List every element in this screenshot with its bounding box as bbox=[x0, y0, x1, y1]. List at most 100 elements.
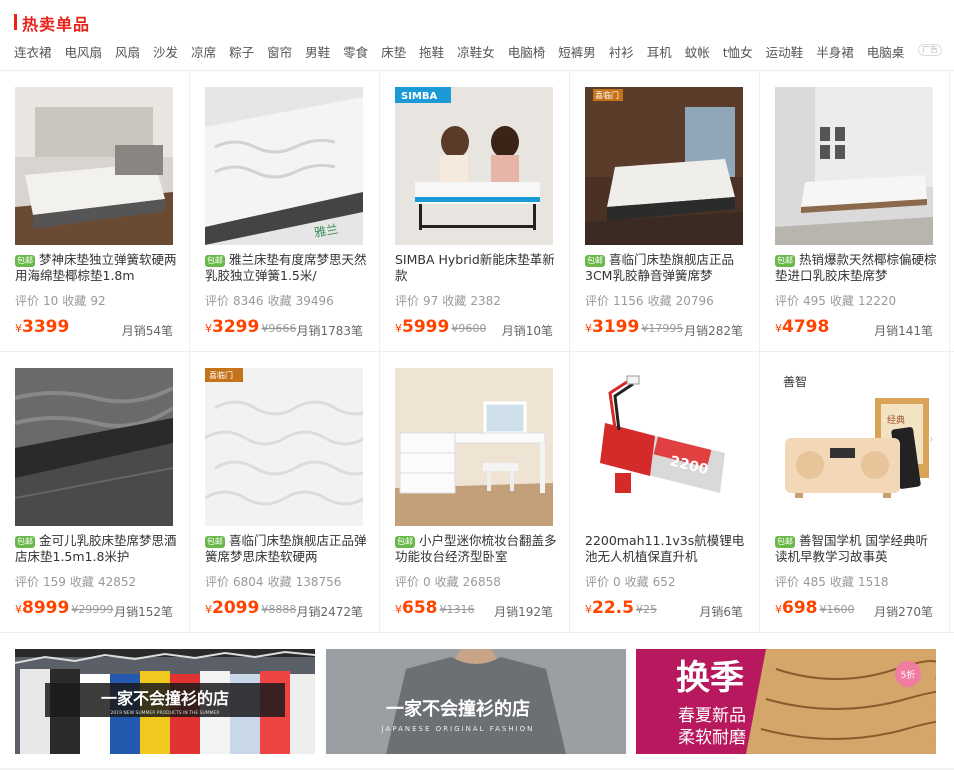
currency-symbol: ¥ bbox=[395, 603, 402, 616]
mattress-closeup-icon[interactable]: 雅兰 bbox=[205, 87, 363, 245]
product-stats: 评价 8346 收藏 39496 bbox=[205, 292, 338, 309]
product-stats: 评价 495 收藏 12220 bbox=[775, 292, 900, 309]
white-mattress-icon[interactable]: 喜临门 bbox=[205, 368, 363, 526]
product-card[interactable]: 包邮 梦神床垫独立弹簧软硬两用海绵垫椰棕垫1.8m 评价 10 收藏 92 ¥3399 … bbox=[0, 71, 190, 352]
chevron-right-icon[interactable]: › bbox=[929, 432, 939, 446]
brand-logo-text: 喜临门 bbox=[595, 90, 619, 100]
product-card[interactable]: SIMBA SIMBA Hybrid新能床垫革新款 评价 97 收藏 2382 ¥59… bbox=[380, 71, 570, 352]
tag-link[interactable]: 电脑椅 bbox=[508, 42, 546, 60]
product-card[interactable]: 包邮 金可儿乳胶床垫席梦思酒店床垫1.5m1.8米护 评价 159 收藏 42852 ¥… bbox=[0, 352, 190, 633]
tag-link[interactable]: 窗帘 bbox=[267, 42, 292, 60]
fav-count: 20796 bbox=[675, 294, 714, 308]
tag-link[interactable]: t恤女 bbox=[723, 42, 753, 60]
rating-count: 0 bbox=[423, 575, 431, 589]
product-price: ¥22.5 ¥25 bbox=[585, 598, 657, 618]
product-title[interactable]: 2200mah11.1v3s航模锂电池无人机植保直升机 bbox=[585, 533, 747, 565]
product-title[interactable]: 包邮 小户型迷你梳妆台翻盖多功能妆台经济型卧室 bbox=[395, 533, 557, 565]
currency-symbol: ¥ bbox=[15, 603, 22, 616]
rating-label: 评价 bbox=[585, 575, 610, 589]
product-card[interactable]: 2200 2200mah11.1v3s航模锂电池无人机植保直升机 评价 0 收藏 65… bbox=[570, 352, 760, 633]
radio-player-icon[interactable]: 善智 经典 bbox=[775, 368, 933, 526]
currency-symbol: ¥ bbox=[205, 603, 212, 616]
tag-link[interactable]: 沙发 bbox=[153, 42, 178, 60]
product-card[interactable]: 雅兰 包邮 雅兰床垫有度席梦思天然乳胶独立弹簧1.5米/ 评价 8346 收藏 3949… bbox=[190, 71, 380, 352]
fav-count: 652 bbox=[652, 575, 676, 589]
price-value: 5999 bbox=[402, 317, 450, 337]
free-shipping-badge: 包邮 bbox=[205, 536, 225, 548]
currency-symbol: ¥ bbox=[395, 322, 402, 335]
price-value: 698 bbox=[782, 598, 818, 618]
tag-link[interactable]: 短裤男 bbox=[558, 42, 596, 60]
product-title[interactable]: SIMBA Hybrid新能床垫革新款 bbox=[395, 252, 557, 284]
product-card[interactable]: 喜临门 包邮 喜临门床垫旗舰店正品弹簧席梦思床垫软硬两 评价 6804 收藏 13875… bbox=[190, 352, 380, 633]
tag-link[interactable]: 凉席 bbox=[191, 42, 216, 60]
bed-room-icon[interactable] bbox=[15, 87, 173, 245]
product-price: ¥8999 ¥29999 bbox=[15, 598, 113, 618]
product-title[interactable]: 包邮 梦神床垫独立弹簧软硬两用海绵垫椰棕垫1.8m bbox=[15, 252, 177, 284]
banner-subtext: 2019 NEW SUMMER PRODUCTS IN THE SUMMER bbox=[110, 710, 219, 716]
lipo-battery-icon[interactable]: 2200 bbox=[585, 368, 743, 526]
product-price: ¥5999 ¥9600 bbox=[395, 317, 486, 337]
rating-label: 评价 bbox=[395, 294, 420, 308]
product-title[interactable]: 包邮 喜临门床垫旗舰店正品3CM乳胶静音弹簧席梦 bbox=[585, 252, 747, 284]
product-title[interactable]: 包邮 热销爆款天然椰棕偏硬棕垫进口乳胶床垫席梦 bbox=[775, 252, 937, 284]
tag-link[interactable]: 衬衫 bbox=[609, 42, 634, 60]
tag-link[interactable]: 男鞋 bbox=[305, 42, 330, 60]
rating-count: 0 bbox=[613, 575, 621, 589]
promo-banner-season[interactable]: 5折 换季 春夏新品 柔软耐磨 bbox=[636, 649, 936, 754]
tag-link[interactable]: 零食 bbox=[343, 42, 368, 60]
dark-bedroom-icon[interactable]: 喜临门 bbox=[585, 87, 743, 245]
tag-link[interactable]: 风扇 bbox=[115, 42, 140, 60]
price-value: 8999 bbox=[22, 598, 70, 618]
product-stats: 评价 6804 收藏 138756 bbox=[205, 573, 345, 590]
product-title[interactable]: 包邮 金可儿乳胶床垫席梦思酒店床垫1.5m1.8米护 bbox=[15, 533, 177, 565]
tag-link[interactable]: 蚊帐 bbox=[685, 42, 710, 60]
tag-link[interactable]: 凉鞋女 bbox=[457, 42, 495, 60]
dressing-table-icon[interactable] bbox=[395, 368, 553, 526]
tag-link[interactable]: 拖鞋 bbox=[419, 42, 444, 60]
fav-count: 92 bbox=[90, 294, 106, 308]
free-shipping-badge: 包邮 bbox=[15, 255, 35, 267]
original-price: ¥9600 bbox=[451, 322, 487, 335]
tag-link[interactable]: 运动鞋 bbox=[766, 42, 804, 60]
banner-subtext: 春夏新品 bbox=[678, 706, 746, 726]
tag-link[interactable]: 床垫 bbox=[381, 42, 406, 60]
product-title-text: 小户型迷你梳妆台翻盖多功能妆台经济型卧室 bbox=[395, 533, 557, 564]
tag-link[interactable]: 电风扇 bbox=[65, 42, 103, 60]
product-price: ¥2099 ¥8888 bbox=[205, 598, 296, 618]
tag-link[interactable]: 半身裙 bbox=[816, 42, 854, 60]
price-value: 4798 bbox=[782, 317, 830, 337]
rating-count: 159 bbox=[43, 575, 66, 589]
fav-label: 收藏 bbox=[829, 294, 854, 308]
section-title: 热卖单品 bbox=[22, 15, 91, 34]
tag-link[interactable]: 电脑桌 bbox=[867, 42, 905, 60]
banner-subtext: JAPANESE ORIGINAL FASHION bbox=[381, 725, 535, 733]
banner-subtext-2: 柔软耐磨 bbox=[678, 728, 746, 748]
price-value: 3299 bbox=[212, 317, 260, 337]
product-title[interactable]: 包邮 雅兰床垫有度席梦思天然乳胶独立弹簧1.5米/ bbox=[205, 252, 367, 284]
bright-bedroom-icon[interactable] bbox=[775, 87, 933, 245]
mattress-edge-icon[interactable] bbox=[15, 368, 173, 526]
product-price: ¥4798 bbox=[775, 317, 829, 337]
product-card[interactable]: 善智 经典 包邮 善智国学机 国学经典听读机早教学习故事英 评价 485 收藏 1518… bbox=[760, 352, 950, 633]
tag-link[interactable]: 耳机 bbox=[647, 42, 672, 60]
fav-label: 收藏 bbox=[829, 575, 854, 589]
product-card[interactable]: 喜临门 包邮 喜临门床垫旗舰店正品3CM乳胶静音弹簧席梦 评价 1156 收藏 2079… bbox=[570, 71, 760, 352]
rating-label: 评价 bbox=[205, 575, 230, 589]
fav-count: 138756 bbox=[295, 575, 342, 589]
free-shipping-badge: 包邮 bbox=[775, 255, 795, 267]
title-accent-bar bbox=[14, 14, 17, 30]
product-title[interactable]: 包邮 善智国学机 国学经典听读机早教学习故事英 bbox=[775, 533, 937, 565]
product-card[interactable]: 包邮 小户型迷你梳妆台翻盖多功能妆台经济型卧室 评价 0 收藏 26858 ¥658 ¥1… bbox=[380, 352, 570, 633]
product-title-text: 热销爆款天然椰棕偏硬棕垫进口乳胶床垫席梦 bbox=[775, 252, 937, 283]
product-price: ¥3399 bbox=[15, 317, 69, 337]
product-title[interactable]: 包邮 喜临门床垫旗舰店正品弹簧席梦思床垫软硬两 bbox=[205, 533, 367, 565]
promo-banner-shirts[interactable]: 一家不会撞衫的店 2019 NEW SUMMER PRODUCTS IN THE… bbox=[15, 649, 315, 754]
tag-link[interactable]: 粽子 bbox=[229, 42, 254, 60]
monthly-sales: 月销152笔 bbox=[114, 605, 173, 619]
ad-label: 广告 bbox=[918, 44, 942, 56]
promo-banner-tshirt[interactable]: 一家不会撞衫的店 JAPANESE ORIGINAL FASHION bbox=[326, 649, 626, 754]
tag-link[interactable]: 连衣裙 bbox=[14, 42, 52, 60]
simba-bed-icon[interactable]: SIMBA bbox=[395, 87, 553, 245]
product-card[interactable]: 包邮 热销爆款天然椰棕偏硬棕垫进口乳胶床垫席梦 评价 495 收藏 12220 ¥479… bbox=[760, 71, 950, 352]
